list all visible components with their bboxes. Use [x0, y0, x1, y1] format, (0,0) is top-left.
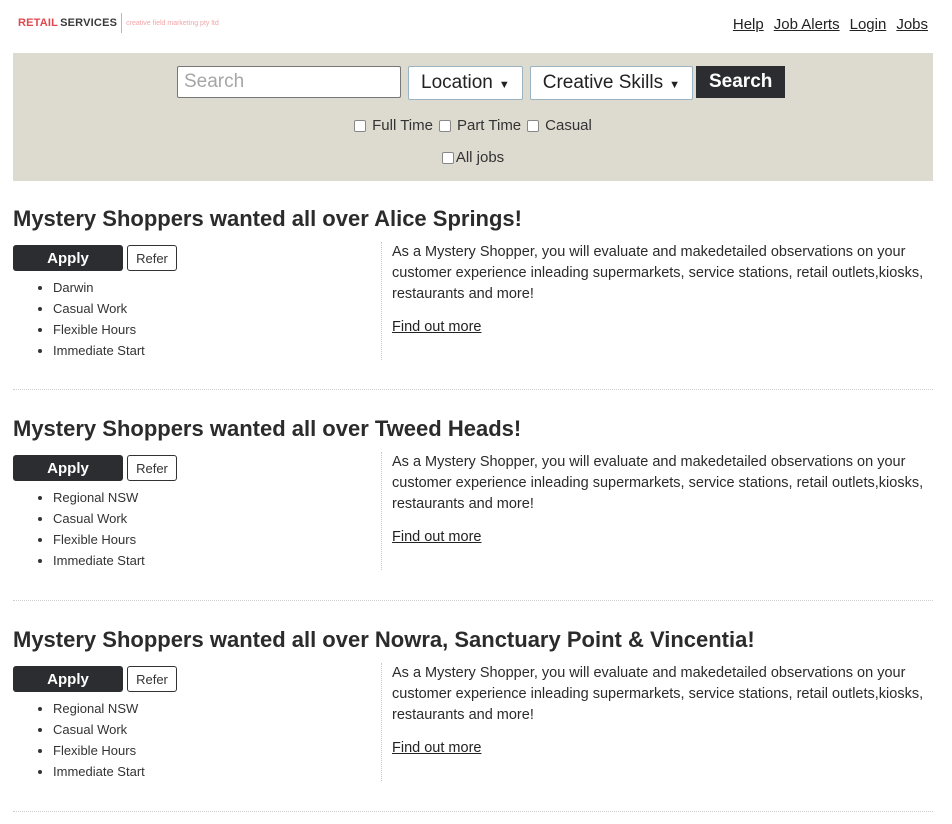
apply-button[interactable]: Apply — [13, 666, 123, 692]
listing-divider — [13, 811, 933, 812]
job-tag: Casual Work — [53, 508, 381, 529]
filter-label: Casual — [545, 117, 592, 134]
job-actions: Apply Refer Regional NSW Casual Work Fle… — [13, 666, 381, 782]
checkbox[interactable] — [441, 151, 454, 164]
job-listing: Mystery Shoppers wanted all over Nowra, … — [13, 627, 933, 781]
job-tag: Immediate Start — [53, 340, 381, 361]
job-tag: Regional NSW — [53, 698, 381, 719]
find-out-more-link[interactable]: Find out more — [392, 529, 481, 545]
job-tags: Darwin Casual Work Flexible Hours Immedi… — [13, 277, 381, 361]
site-header: RETAIL SERVICES creative field marketing… — [0, 0, 952, 52]
job-description-panel: As a Mystery Shopper, you will evaluate … — [381, 663, 931, 781]
job-tag: Immediate Start — [53, 761, 381, 782]
brand-logo[interactable]: RETAIL SERVICES creative field marketing… — [18, 13, 219, 33]
job-tags: Regional NSW Casual Work Flexible Hours … — [13, 487, 381, 571]
checkbox[interactable] — [354, 119, 367, 132]
logo-tagline: creative field marketing pty ltd — [126, 19, 219, 27]
listing-divider — [13, 600, 933, 601]
job-tag: Darwin — [53, 277, 381, 298]
checkbox[interactable] — [438, 119, 451, 132]
job-tag: Flexible Hours — [53, 319, 381, 340]
nav-job-alerts-link[interactable]: Job Alerts — [774, 16, 840, 33]
job-title[interactable]: Mystery Shoppers wanted all over Tweed H… — [13, 416, 933, 442]
refer-button[interactable]: Refer — [127, 455, 177, 481]
job-description-panel: As a Mystery Shopper, you will evaluate … — [381, 242, 931, 360]
job-tag: Flexible Hours — [53, 740, 381, 761]
caret-down-icon: ▼ — [669, 79, 680, 91]
filter-label: All jobs — [455, 149, 505, 166]
filter-part-time[interactable]: Part Time — [438, 117, 522, 134]
search-row: Location ▼ Creative Skills ▼ Search — [177, 66, 786, 100]
filter-casual[interactable]: Casual — [527, 117, 592, 134]
job-type-filters: Full Time Part Time Casual — [13, 117, 933, 134]
job-tag: Immediate Start — [53, 550, 381, 571]
logo-text-services: SERVICES — [60, 17, 118, 29]
search-button[interactable]: Search — [696, 66, 786, 98]
search-input[interactable] — [177, 66, 401, 98]
nav-jobs-link[interactable]: Jobs — [896, 16, 928, 33]
category-dropdown-label: Creative Skills — [542, 72, 664, 93]
job-tag: Flexible Hours — [53, 529, 381, 550]
nav-help-link[interactable]: Help — [733, 16, 764, 33]
checkbox[interactable] — [527, 119, 540, 132]
caret-down-icon: ▼ — [498, 79, 510, 91]
job-listing: Mystery Shoppers wanted all over Alice S… — [13, 206, 933, 360]
job-listing: Mystery Shoppers wanted all over Tweed H… — [13, 416, 933, 570]
nav-login-link[interactable]: Login — [850, 16, 887, 33]
category-dropdown[interactable]: Creative Skills ▼ — [529, 66, 693, 100]
logo-text-retail: RETAIL — [18, 17, 59, 29]
search-panel: Location ▼ Creative Skills ▼ Search Full… — [13, 53, 933, 181]
job-tags: Regional NSW Casual Work Flexible Hours … — [13, 698, 381, 782]
job-description: As a Mystery Shopper, you will evaluate … — [392, 454, 924, 512]
job-tag: Casual Work — [53, 719, 381, 740]
job-actions: Apply Refer Regional NSW Casual Work Fle… — [13, 455, 381, 571]
location-dropdown[interactable]: Location ▼ — [408, 66, 523, 100]
job-description: As a Mystery Shopper, you will evaluate … — [392, 665, 924, 723]
job-actions: Apply Refer Darwin Casual Work Flexible … — [13, 245, 381, 361]
filter-label: Part Time — [456, 117, 522, 134]
apply-button[interactable]: Apply — [13, 455, 123, 481]
find-out-more-link[interactable]: Find out more — [392, 740, 481, 756]
find-out-more-link[interactable]: Find out more — [392, 319, 481, 335]
job-tag: Casual Work — [53, 298, 381, 319]
refer-button[interactable]: Refer — [127, 666, 177, 692]
apply-button[interactable]: Apply — [13, 245, 123, 271]
job-title[interactable]: Mystery Shoppers wanted all over Alice S… — [13, 206, 933, 232]
location-dropdown-label: Location — [421, 72, 493, 93]
refer-button[interactable]: Refer — [127, 245, 177, 271]
job-tag: Regional NSW — [53, 487, 381, 508]
logo-divider — [121, 13, 123, 33]
all-jobs-filter-row: All jobs — [13, 149, 933, 166]
job-description-panel: As a Mystery Shopper, you will evaluate … — [381, 452, 931, 570]
filter-label: Full Time — [372, 117, 433, 134]
job-description: As a Mystery Shopper, you will evaluate … — [392, 244, 924, 302]
top-nav: Help Job Alerts Login Jobs — [733, 16, 928, 33]
listing-divider — [13, 389, 933, 390]
filter-all-jobs[interactable]: All jobs — [441, 149, 505, 166]
filter-full-time[interactable]: Full Time — [354, 117, 433, 134]
job-title[interactable]: Mystery Shoppers wanted all over Nowra, … — [13, 627, 933, 653]
